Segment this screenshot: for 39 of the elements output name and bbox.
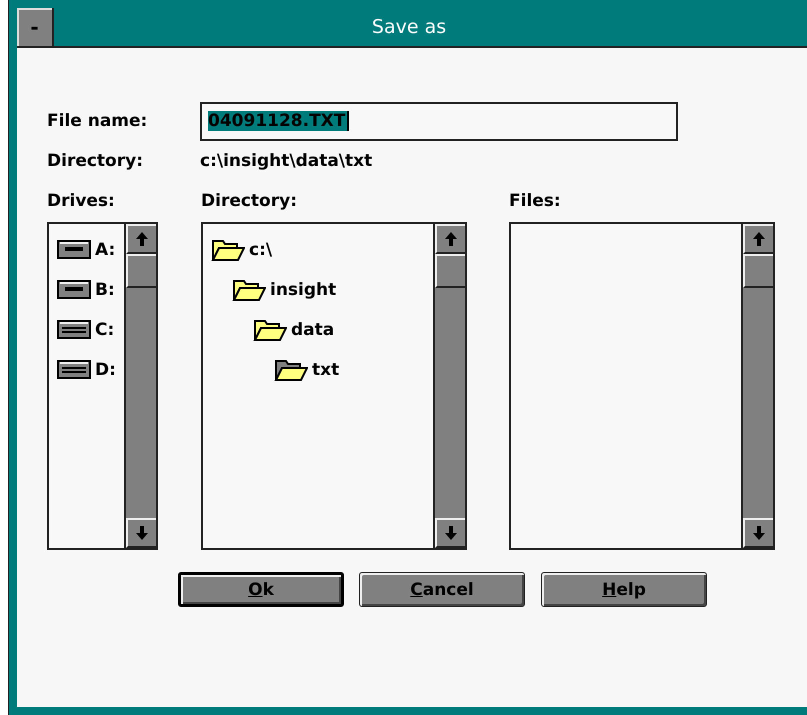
file-name-field[interactable]: 04091128.TXT [200, 102, 678, 140]
dialog-button[interactable]: Cancel [359, 572, 525, 607]
scroll-up-button[interactable] [743, 224, 773, 254]
scroll-thumb[interactable] [743, 254, 773, 288]
dialog-button[interactable]: Help [541, 572, 707, 607]
up-arrow-icon [752, 231, 766, 247]
down-arrow-icon [752, 525, 766, 541]
drive-item[interactable]: D: [95, 360, 116, 380]
field-label: File name: [47, 111, 148, 131]
drive-item[interactable]: A: [95, 240, 116, 260]
list-label: Files: [509, 191, 562, 211]
directory-path: c:\insight\data\txt [200, 151, 372, 171]
scroll-down-button[interactable] [126, 518, 156, 548]
up-arrow-icon [444, 231, 458, 247]
scroll-down-button[interactable] [743, 518, 773, 548]
folder-item[interactable]: insight [270, 280, 336, 300]
list-label: Directory: [201, 191, 298, 211]
scroll-up-button[interactable] [435, 224, 465, 254]
folder-item[interactable]: txt [312, 360, 340, 380]
down-arrow-icon [444, 525, 458, 541]
hard-drive-icon [57, 320, 91, 340]
scroll-up-button[interactable] [126, 224, 156, 254]
dialog-button[interactable]: Ok [178, 572, 344, 607]
floppy-drive-icon [57, 280, 91, 300]
system-menu-button[interactable]: - [17, 8, 54, 46]
hard-drive-icon [57, 360, 91, 380]
list-label: Drives: [47, 191, 116, 211]
folder-item[interactable]: c:\ [249, 240, 272, 260]
window-title: Save as [370, 16, 448, 38]
folder-item[interactable]: data [291, 320, 334, 340]
scroll-thumb[interactable] [435, 254, 465, 288]
drive-item[interactable]: B: [95, 280, 115, 300]
floppy-drive-icon [57, 240, 91, 260]
up-arrow-icon [135, 231, 149, 247]
scroll-down-button[interactable] [435, 518, 465, 548]
down-arrow-icon [135, 525, 149, 541]
field-label: Directory: [47, 151, 144, 171]
scroll-thumb[interactable] [126, 254, 156, 288]
drive-item[interactable]: C: [95, 320, 114, 340]
